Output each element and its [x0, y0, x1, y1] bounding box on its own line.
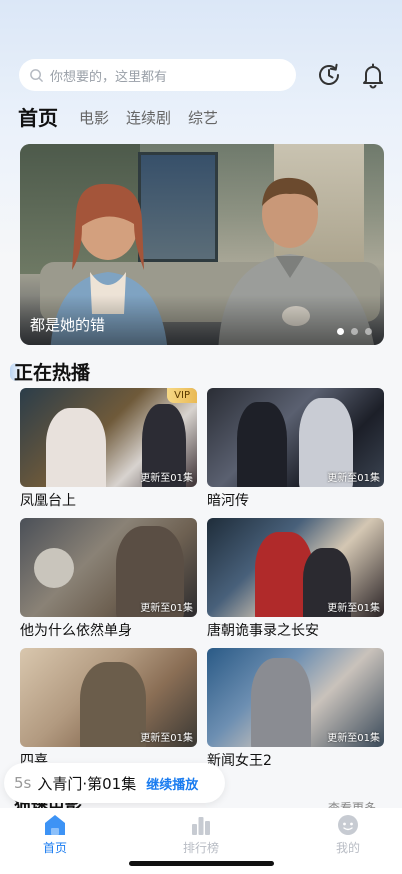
tab-series[interactable]: 连续剧: [126, 104, 171, 132]
show-card[interactable]: 更新至01集 暗河传: [207, 388, 384, 511]
show-poster: 更新至01集: [207, 388, 384, 487]
tabbar-label-profile: 我的: [335, 841, 360, 855]
section-title-hot: 正在热播: [14, 362, 91, 384]
show-card[interactable]: 更新至01集 唐朝诡事录之长安: [207, 518, 384, 641]
episode-label: 更新至01集: [140, 473, 193, 484]
show-card[interactable]: 更新至01集 四喜: [20, 648, 197, 771]
show-card[interactable]: 更新至01集 新闻女王2: [207, 648, 384, 771]
pagination-dot-active[interactable]: [337, 328, 344, 335]
search-input[interactable]: 你想要的，这里都有: [19, 59, 296, 91]
show-title: 他为什么依然单身: [20, 623, 132, 639]
tabbar-item-profile[interactable]: 我的: [308, 812, 388, 856]
resume-title: 入青门·第01集: [37, 774, 137, 793]
bell-icon[interactable]: [359, 61, 387, 89]
episode-label: 更新至01集: [140, 603, 193, 614]
show-poster: 更新至01集: [20, 518, 197, 617]
vip-badge: VIP: [167, 388, 197, 403]
ranking-icon: [192, 817, 210, 835]
tab-movies[interactable]: 电影: [79, 104, 109, 132]
episode-label: 更新至01集: [327, 733, 380, 744]
category-tabs: 首页 电影 连续剧 综艺: [18, 104, 235, 132]
banner-title: 都是她的错: [30, 316, 106, 334]
poster-figure: [237, 402, 287, 487]
search-placeholder: 你想要的，这里都有: [50, 69, 168, 85]
profile-icon: [338, 815, 358, 835]
tab-variety[interactable]: 综艺: [188, 104, 218, 132]
tab-home[interactable]: 首页: [18, 104, 58, 132]
banner-pagination: [330, 328, 372, 335]
tabbar-label-ranking: 排行榜: [182, 841, 219, 855]
episode-label: 更新至01集: [327, 473, 380, 484]
show-card[interactable]: 更新至01集 他为什么依然单身: [20, 518, 197, 641]
pagination-dot[interactable]: [365, 328, 372, 335]
episode-label: 更新至01集: [327, 603, 380, 614]
show-poster: 更新至01集: [207, 648, 384, 747]
show-title: 凤凰台上: [20, 493, 76, 509]
show-poster: VIP 更新至01集: [20, 388, 197, 487]
show-title: 暗河传: [207, 493, 249, 509]
show-poster: 更新至01集: [20, 648, 197, 747]
show-title: 新闻女王2: [207, 753, 272, 769]
poster-figure: [46, 408, 106, 487]
tabbar-item-ranking[interactable]: 排行榜: [161, 812, 241, 856]
poster-figure: [80, 662, 146, 747]
poster-prop: [34, 548, 74, 588]
hero-banner[interactable]: 都是她的错: [20, 144, 384, 345]
home-indicator: [129, 861, 274, 866]
continue-play-button[interactable]: 继续播放: [146, 774, 198, 793]
poster-figure: [251, 658, 311, 747]
tabbar-item-home[interactable]: 首页: [15, 812, 95, 856]
pagination-dot[interactable]: [351, 328, 358, 335]
tabbar-label-home: 首页: [42, 841, 67, 855]
resume-seconds: 5s: [14, 774, 32, 792]
header-bar: 你想要的，这里都有: [19, 59, 383, 91]
history-icon[interactable]: [315, 61, 343, 89]
home-icon: [45, 815, 65, 835]
show-card[interactable]: VIP 更新至01集 凤凰台上: [20, 388, 197, 511]
show-title: 唐朝诡事录之长安: [207, 623, 319, 639]
show-poster: 更新至01集: [207, 518, 384, 617]
episode-label: 更新至01集: [140, 733, 193, 744]
search-icon: [30, 68, 43, 82]
continue-watching-bar[interactable]: 5s 入青门·第01集 继续播放: [4, 763, 225, 803]
